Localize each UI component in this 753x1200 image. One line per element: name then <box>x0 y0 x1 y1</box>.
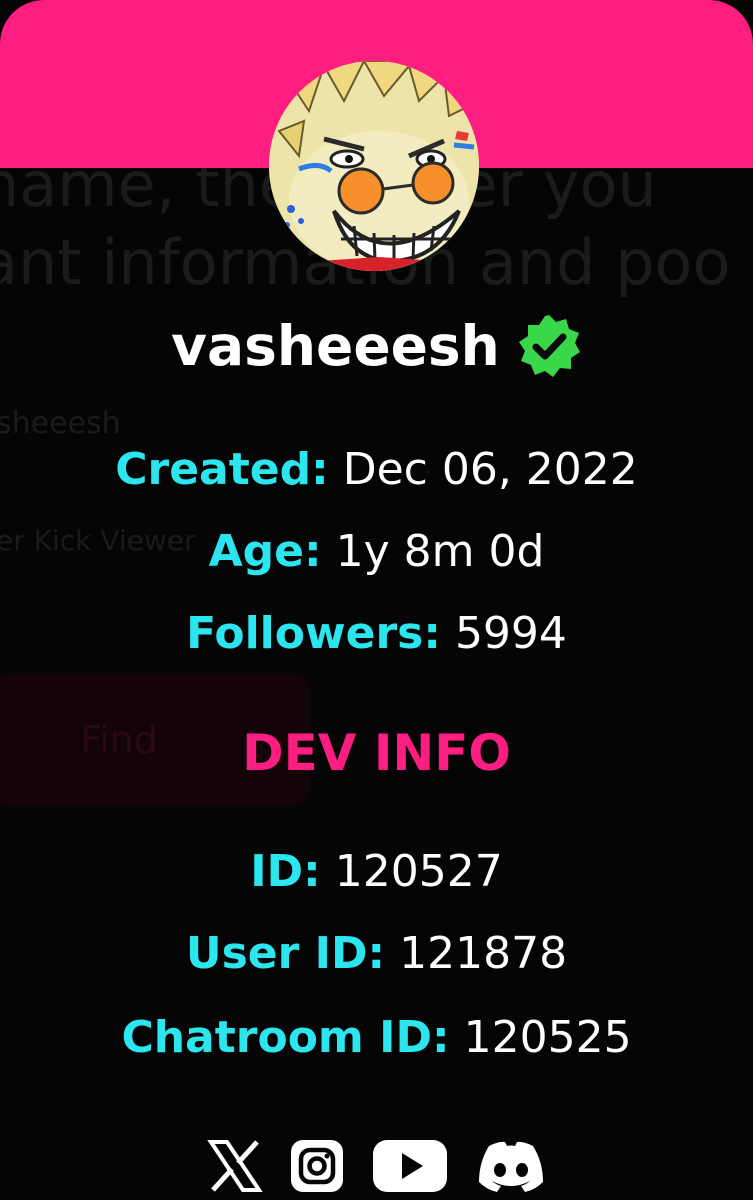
followers-value: 5994 <box>454 608 567 659</box>
id-row: ID: 120527 <box>0 846 753 897</box>
user-id-row: User ID: 121878 <box>0 928 753 979</box>
verified-badge-icon <box>518 315 580 377</box>
youtube-icon[interactable] <box>371 1138 449 1194</box>
x-icon[interactable] <box>206 1138 263 1194</box>
background-text-line: sheeesh <box>0 406 121 441</box>
social-links <box>0 1138 753 1200</box>
created-row: Created: Dec 06, 2022 <box>0 444 753 495</box>
followers-label: Followers: <box>186 608 441 659</box>
chatroom-id-label: Chatroom ID: <box>121 1012 450 1063</box>
chatroom-id-value: 120525 <box>463 1012 632 1063</box>
followers-row: Followers: 5994 <box>0 608 753 659</box>
user-id-value: 121878 <box>399 928 568 979</box>
id-value: 120527 <box>334 846 503 897</box>
avatar-image <box>269 61 479 271</box>
dev-info-title: DEV INFO <box>242 724 511 782</box>
age-row: Age: 1y 8m 0d <box>0 526 753 577</box>
chatroom-id-row: Chatroom ID: 120525 <box>0 1012 753 1063</box>
username: vasheeesh <box>171 314 500 378</box>
username-row: vasheeesh <box>0 306 753 386</box>
instagram-icon[interactable] <box>289 1138 345 1194</box>
discord-icon[interactable] <box>475 1138 547 1194</box>
id-label: ID: <box>250 846 321 897</box>
created-value: Dec 06, 2022 <box>342 444 638 495</box>
profile-card: name, the viewer you ant information and… <box>0 0 753 1200</box>
age-value: 1y 8m 0d <box>335 526 545 577</box>
avatar <box>269 61 479 271</box>
age-label: Age: <box>208 526 322 577</box>
user-id-label: User ID: <box>185 928 386 979</box>
created-label: Created: <box>115 444 329 495</box>
